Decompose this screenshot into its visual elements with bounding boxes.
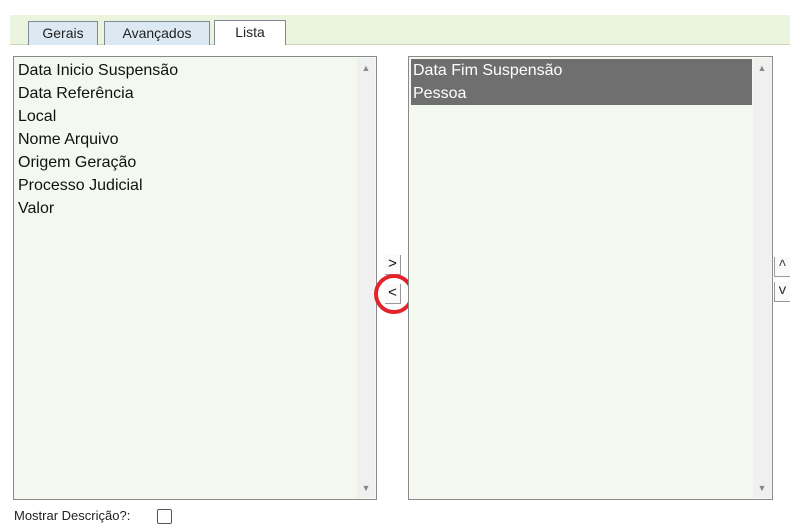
show-description-label: Mostrar Descrição?: bbox=[14, 508, 131, 523]
list-item[interactable]: Pessoa bbox=[411, 82, 752, 105]
available-fields-items: Data Inicio Suspensão Data Referência Lo… bbox=[16, 59, 356, 220]
list-item[interactable]: Data Inicio Suspensão bbox=[16, 59, 356, 82]
move-down-button[interactable]: v bbox=[774, 282, 790, 302]
tab-avancados[interactable]: Avançados bbox=[104, 21, 210, 45]
move-up-button[interactable]: ^ bbox=[774, 257, 790, 277]
available-list-scrollbar[interactable]: ▲ ▼ bbox=[357, 58, 375, 498]
list-item[interactable]: Local bbox=[16, 105, 356, 128]
list-item[interactable]: Data Referência bbox=[16, 82, 356, 105]
tab-lista[interactable]: Lista bbox=[214, 20, 286, 45]
show-description-checkbox[interactable] bbox=[157, 509, 172, 524]
selected-list-scrollbar[interactable]: ▲ ▼ bbox=[753, 58, 771, 498]
list-item[interactable]: Valor bbox=[16, 197, 356, 220]
scroll-down-arrow-icon[interactable]: ▼ bbox=[357, 480, 375, 496]
selected-fields-items: Data Fim Suspensão Pessoa bbox=[411, 59, 752, 105]
selected-fields-list[interactable]: Data Fim Suspensão Pessoa ▲ ▼ bbox=[408, 56, 773, 500]
list-item[interactable]: Data Fim Suspensão bbox=[411, 59, 752, 82]
scroll-up-arrow-icon[interactable]: ▲ bbox=[357, 60, 375, 76]
list-item[interactable]: Origem Geração bbox=[16, 151, 356, 174]
tab-gerais[interactable]: Gerais bbox=[28, 21, 98, 45]
scroll-up-arrow-icon[interactable]: ▲ bbox=[753, 60, 771, 76]
add-field-button[interactable]: > bbox=[385, 255, 401, 275]
list-item[interactable]: Nome Arquivo bbox=[16, 128, 356, 151]
scroll-down-arrow-icon[interactable]: ▼ bbox=[753, 480, 771, 496]
list-item[interactable]: Processo Judicial bbox=[16, 174, 356, 197]
available-fields-list[interactable]: Data Inicio Suspensão Data Referência Lo… bbox=[13, 56, 377, 500]
